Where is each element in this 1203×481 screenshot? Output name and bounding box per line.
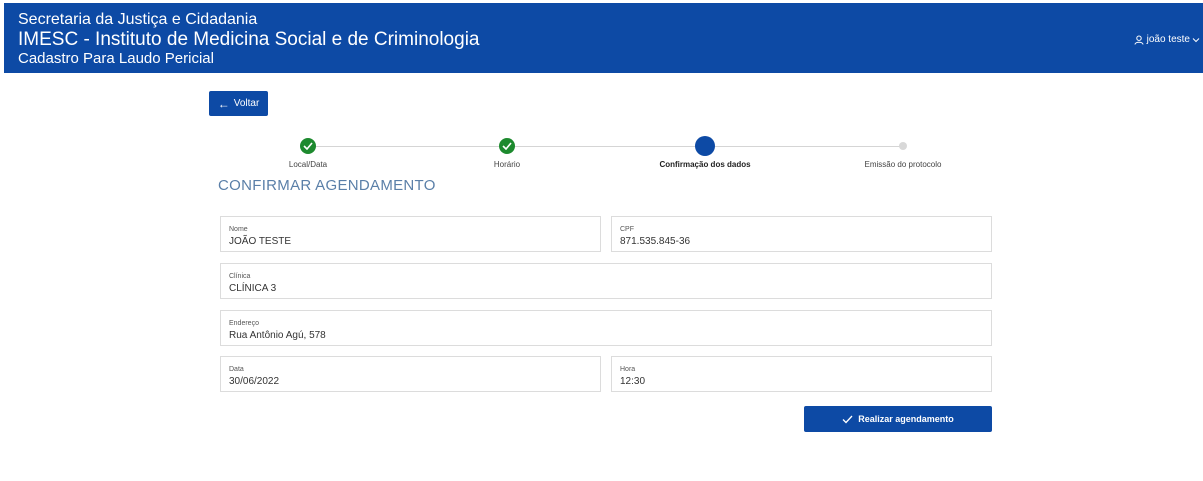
field-cpf-value: 871.535.845-36	[620, 236, 691, 247]
field-clinica: Clínica CLÍNICA 3	[220, 263, 992, 299]
field-nome: Nome JOÃO TESTE	[220, 216, 601, 252]
field-data-value: 30/06/2022	[229, 376, 280, 387]
field-endereco-label: Endereço	[229, 320, 259, 327]
field-data-label: Data	[229, 366, 244, 373]
user-menu[interactable]: joão teste	[1134, 34, 1203, 46]
header-institute: IMESC - Instituto de Medicina Social e d…	[18, 29, 480, 50]
header-page-title: Cadastro Para Laudo Pericial	[18, 50, 214, 67]
field-hora-label: Hora	[620, 366, 636, 373]
back-button-label: Voltar	[233, 98, 260, 109]
step-4-label: Emissão do protocolo	[864, 160, 942, 169]
check-icon	[842, 415, 853, 423]
section-title: CONFIRMAR AGENDAMENTO	[218, 177, 436, 194]
field-cpf: CPF 871.535.845-36	[611, 216, 992, 252]
field-cpf-label: CPF	[620, 226, 634, 233]
step-1-label: Local/Data	[288, 160, 328, 169]
field-hora: Hora 12:30	[611, 356, 992, 392]
arrow-left-icon: ←	[217, 96, 230, 111]
user-name: joão teste	[1146, 34, 1190, 45]
field-endereco: Endereço Rua Antônio Agú, 578	[220, 310, 992, 346]
back-button[interactable]: ← Voltar	[209, 91, 268, 116]
stepper-line	[310, 146, 906, 147]
step-2-done-icon	[499, 138, 515, 154]
step-3-current-indicator	[695, 136, 715, 156]
user-icon	[1134, 35, 1144, 45]
field-endereco-value: Rua Antônio Agú, 578	[229, 330, 326, 341]
step-3-label: Confirmação dos dados	[659, 160, 751, 169]
field-nome-value: JOÃO TESTE	[229, 236, 292, 247]
field-clinica-label: Clínica	[229, 273, 251, 280]
field-hora-value: 12:30	[620, 376, 646, 387]
step-2-label: Horário	[493, 160, 521, 169]
submit-button-label: Realizar agendamento	[858, 414, 954, 424]
step-4-pending-indicator	[899, 142, 907, 150]
field-data: Data 30/06/2022	[220, 356, 601, 392]
submit-schedule-button[interactable]: Realizar agendamento	[804, 406, 992, 432]
chevron-down-icon	[1192, 38, 1200, 43]
field-nome-label: Nome	[229, 226, 248, 233]
step-1-done-icon	[300, 138, 316, 154]
app-header: Secretaria da Justiça e Cidadania IMESC …	[4, 3, 1203, 73]
header-secretaria: Secretaria da Justiça e Cidadania	[18, 11, 258, 28]
field-clinica-value: CLÍNICA 3	[229, 283, 277, 294]
